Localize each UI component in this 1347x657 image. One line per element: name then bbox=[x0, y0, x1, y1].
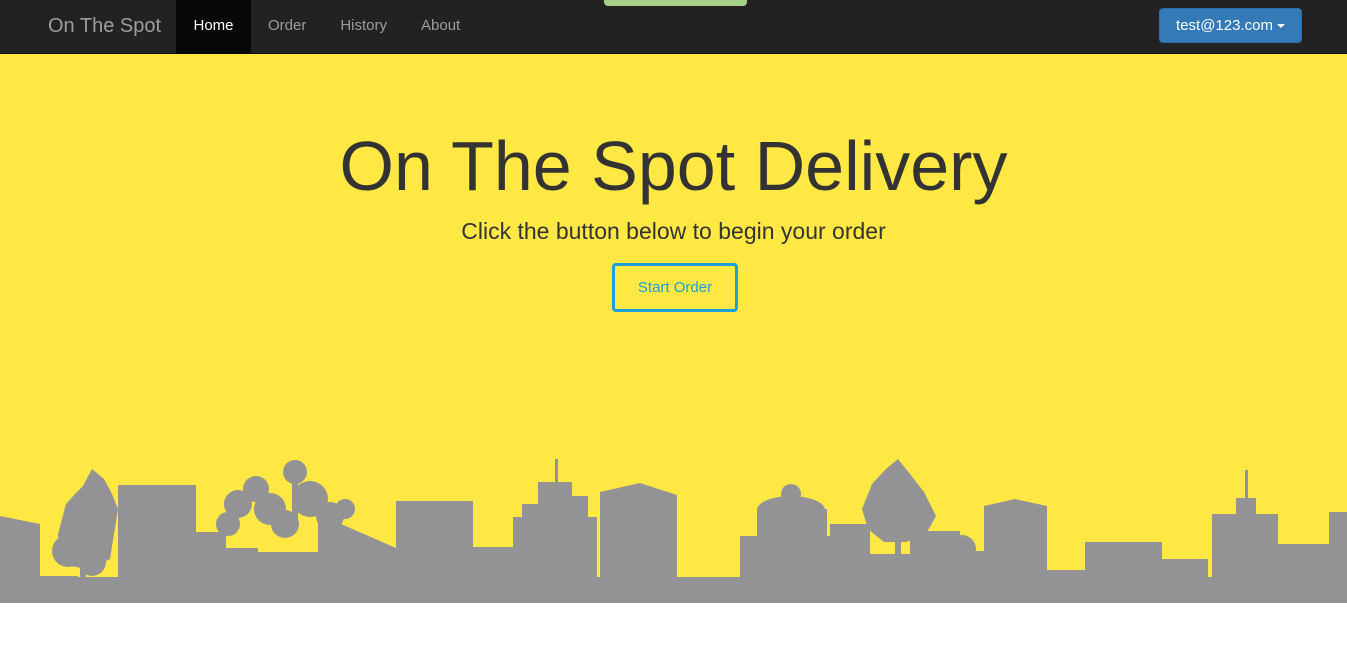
chevron-down-icon bbox=[1276, 24, 1285, 29]
brand-link[interactable]: On The Spot bbox=[48, 0, 161, 53]
nav-home[interactable]: Home bbox=[176, 0, 251, 53]
main-nav: Home Order History About bbox=[176, 0, 477, 53]
top-tab-indicator bbox=[604, 0, 747, 6]
nav-about[interactable]: About bbox=[404, 0, 477, 53]
city-skyline-illustration bbox=[0, 459, 1347, 603]
hero-banner: On The Spot Delivery Click the button be… bbox=[0, 54, 1347, 603]
nav-order[interactable]: Order bbox=[251, 0, 323, 53]
user-email: test@123.com bbox=[1176, 17, 1273, 34]
user-menu-button[interactable]: test@123.com bbox=[1159, 8, 1302, 43]
navbar: On The Spot Home Order History About tes… bbox=[0, 0, 1347, 54]
nav-history[interactable]: History bbox=[323, 0, 404, 53]
